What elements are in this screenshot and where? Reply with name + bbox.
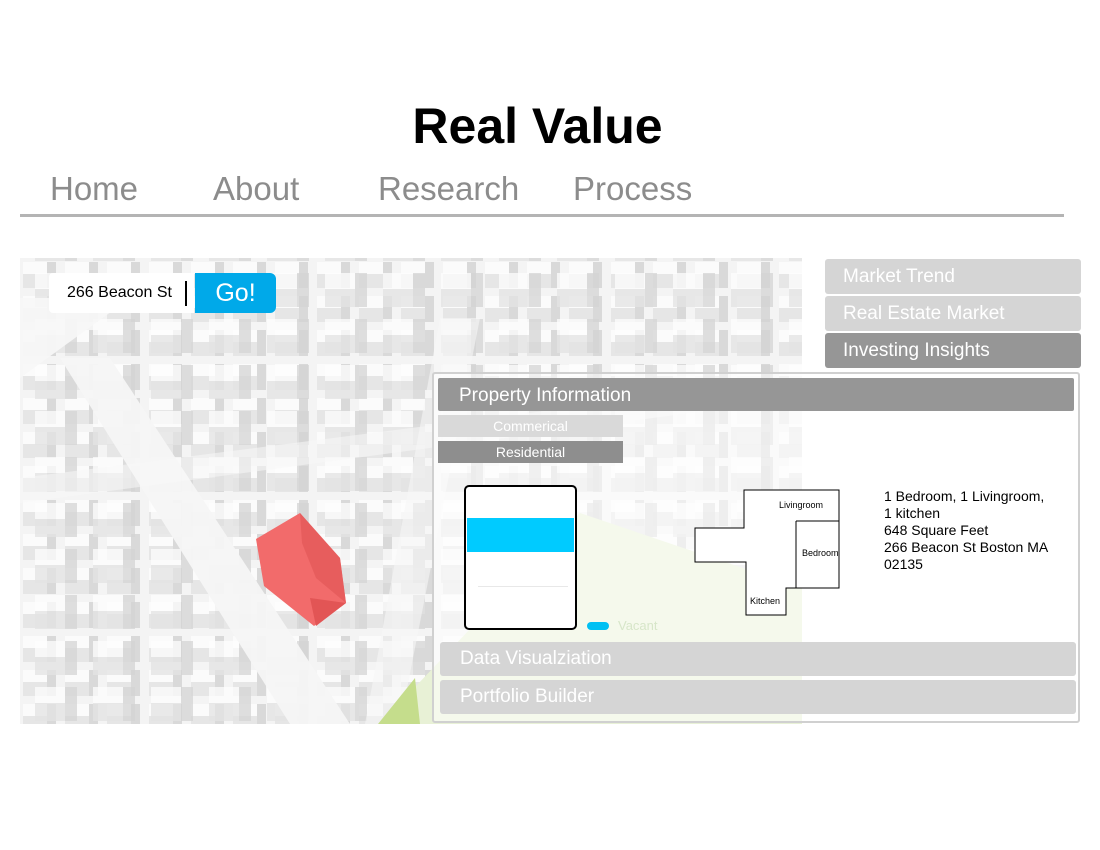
go-button[interactable]: Go! [195, 273, 276, 313]
details-line: 266 Beacon St Boston MA [884, 539, 1049, 555]
details-line: 1 Bedroom, 1 Livingroom, [884, 488, 1045, 504]
address-search[interactable] [49, 273, 194, 313]
text-caret [185, 281, 187, 306]
data-visualization-section[interactable]: Data Visualziation [440, 642, 1076, 676]
nav-research[interactable]: Research [378, 169, 519, 209]
app-title: Real Value [412, 98, 663, 154]
unit-divider [478, 586, 568, 587]
tab-real-estate-market[interactable]: Real Estate Market [825, 296, 1081, 331]
property-information-header[interactable]: Property Information [438, 378, 1074, 411]
occupancy-phone-chart [464, 485, 577, 630]
floor-plan: Livingroom Bedroom Kitchen [694, 489, 840, 616]
tab-investing-insights[interactable]: Investing Insights [825, 333, 1081, 368]
property-details: 1 Bedroom, 1 Livingroom, 1 kitchen 648 S… [884, 488, 1064, 573]
vacant-legend-label: Vacant [618, 618, 658, 633]
nav-about[interactable]: About [213, 169, 299, 209]
bedroom-label: Bedroom [802, 548, 839, 558]
tab-market-trend[interactable]: Market Trend [825, 259, 1081, 294]
details-line: 02135 [884, 556, 923, 572]
subtab-residential[interactable]: Residential [438, 441, 623, 463]
vacant-legend-swatch [587, 622, 609, 630]
vacant-unit-bar [467, 518, 574, 552]
nav-process[interactable]: Process [573, 169, 692, 209]
address-search-input[interactable] [49, 273, 185, 313]
details-line: 1 kitchen [884, 505, 941, 521]
details-line: 648 Square Feet [884, 522, 989, 538]
nav-divider [20, 214, 1064, 217]
nav-home[interactable]: Home [50, 169, 138, 209]
kitchen-label: Kitchen [750, 596, 780, 606]
subtab-commercial[interactable]: Commerical [438, 415, 623, 437]
portfolio-builder-section[interactable]: Portfolio Builder [440, 680, 1076, 714]
livingroom-label: Livingroom [779, 500, 823, 510]
